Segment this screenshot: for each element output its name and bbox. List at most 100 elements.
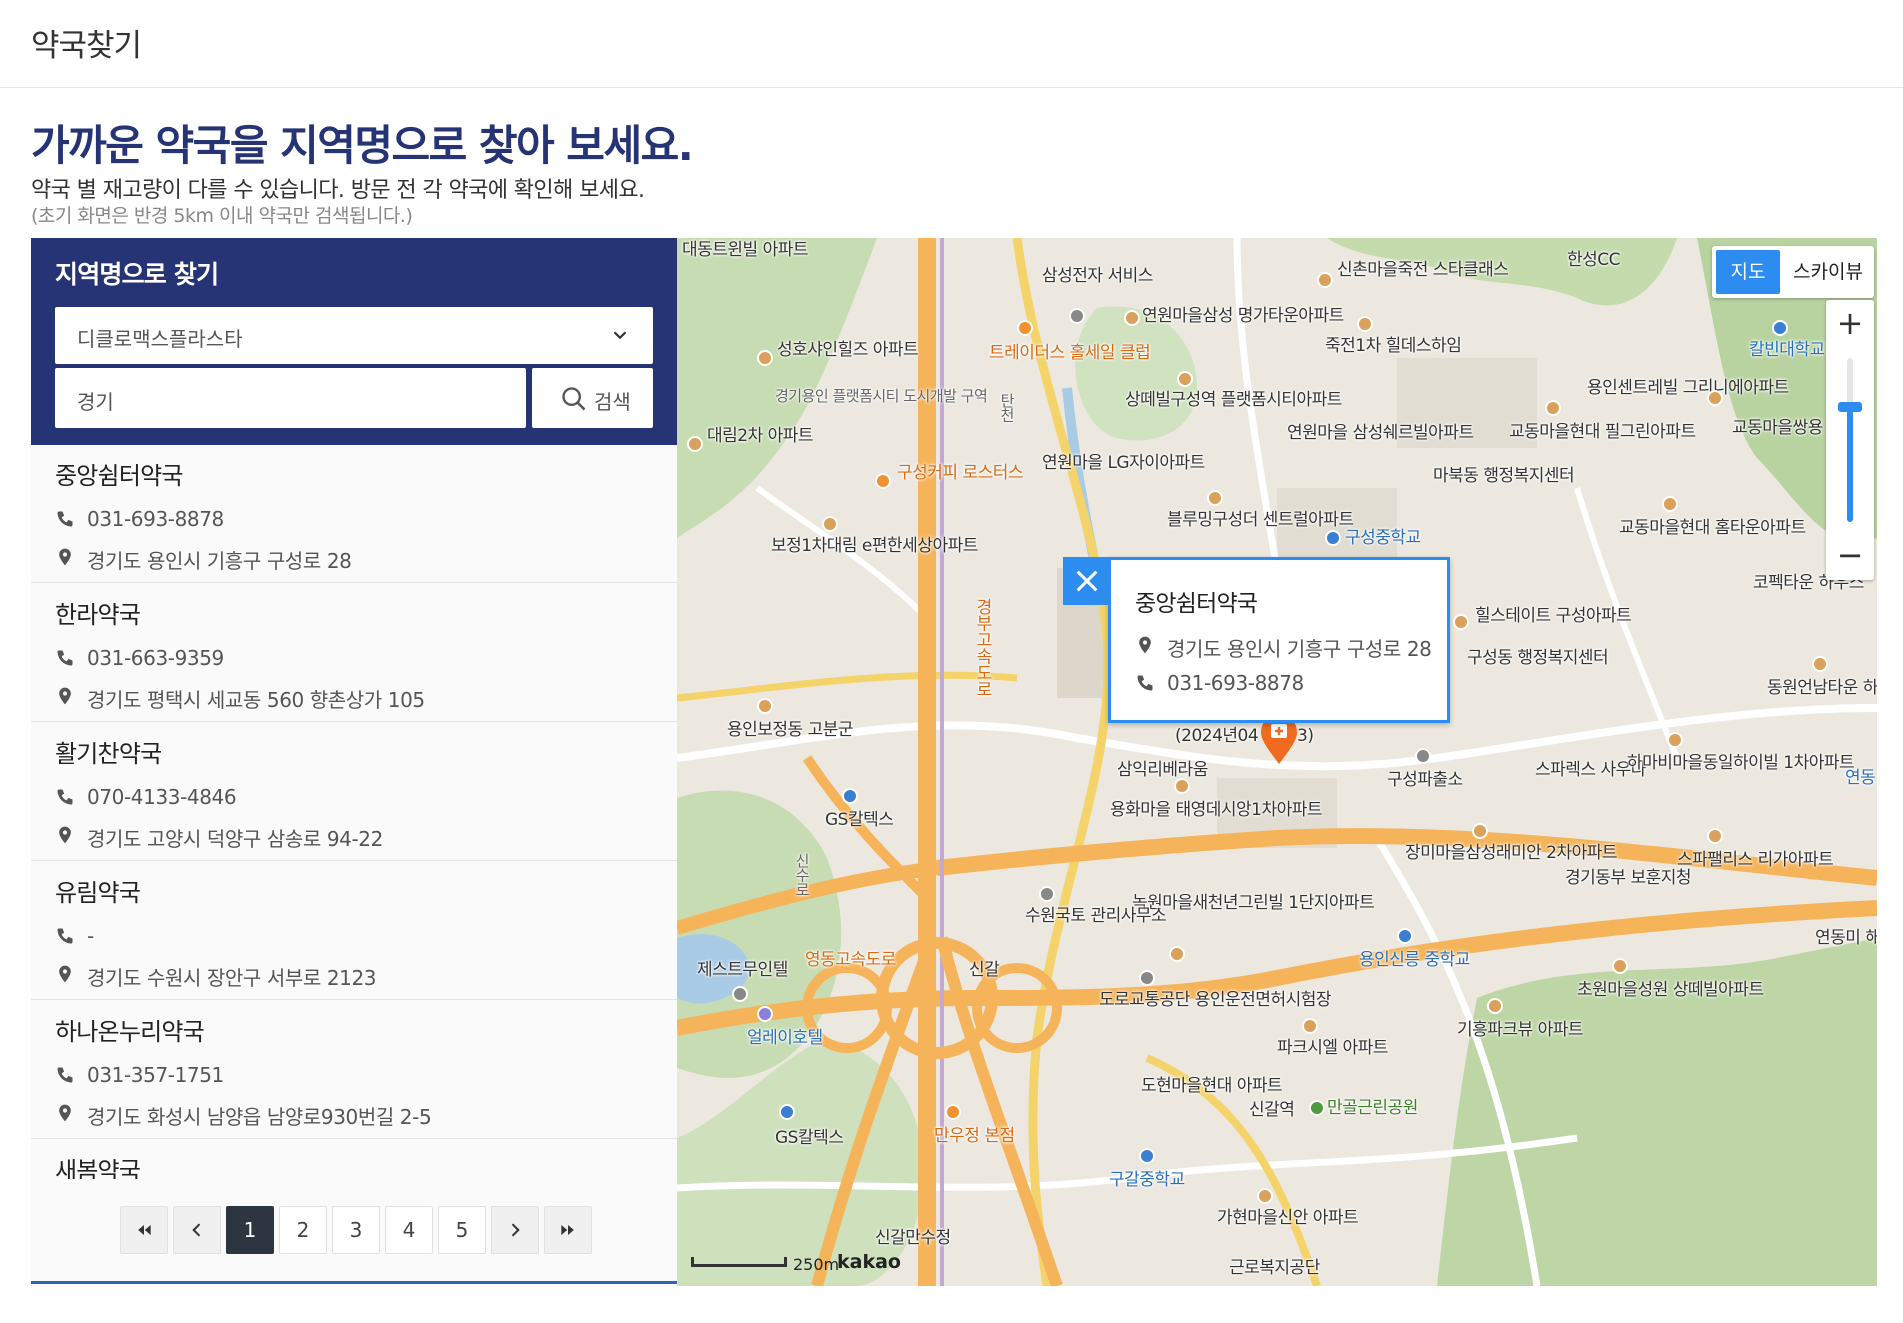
map-label: 교동마을현대 홈타운아파트: [1619, 518, 1806, 538]
map-label: 초원마을성원 상떼빌아파트: [1577, 980, 1764, 1000]
pharmacy-list-item[interactable]: 새봄약국: [31, 1140, 677, 1179]
map-label: 상떼빌구성역 플랫폼시티아파트: [1125, 390, 1342, 410]
pharmacy-list-item[interactable]: 유림약국 - 경기도 수원시 장안구 서부로 2123: [31, 862, 677, 1000]
map-label: 경부고속도로: [972, 598, 992, 697]
map-label: GS칼텍스: [775, 1128, 844, 1148]
map-label: 연원마을 삼성쉐르빌아파트: [1287, 423, 1474, 443]
product-select-value: 디클로맥스플라스타: [77, 327, 243, 351]
map-label: 성호샤인힐즈 아파트: [777, 340, 919, 360]
search-box: 지역명으로 찾기 디클로맥스플라스타 경기 검색: [31, 238, 677, 445]
location-pin-icon: [1139, 636, 1151, 654]
gas-station-icon: [779, 1104, 795, 1120]
map-label: 힐스테이트 구성아파트: [1475, 606, 1632, 626]
popup-address: 경기도 용인시 기흥구 구성로 28: [1167, 637, 1432, 661]
motel-icon: [732, 986, 748, 1002]
apartment-icon: [822, 516, 838, 532]
hotel-icon: [757, 1006, 773, 1022]
zoom-slider-fill: [1847, 410, 1853, 522]
region-input[interactable]: 경기: [55, 368, 526, 428]
heritage-icon: [757, 698, 773, 714]
zoom-in-button[interactable]: +: [1826, 300, 1874, 348]
map-view[interactable]: 대동트윈빌 아파트 삼성전자 서비스 연원마을삼성 명가타운아파트 신촌마을죽전…: [677, 238, 1877, 1286]
map-label: 교동마을현대 필그린아파트: [1509, 422, 1696, 442]
popup-phone: 031-693-8878: [1167, 671, 1304, 695]
map-label: 블루밍구성더 센트럴아파트: [1167, 510, 1354, 530]
page-button-2[interactable]: 2: [279, 1206, 327, 1254]
first-page-button[interactable]: [120, 1206, 168, 1254]
map-label: 마북동 행정복지센터: [1433, 466, 1575, 486]
page-button-5[interactable]: 5: [438, 1206, 486, 1254]
police-icon: [1415, 748, 1431, 764]
prev-page-button[interactable]: [173, 1206, 221, 1254]
pharmacy-name: 활기찬약국: [55, 740, 162, 768]
map-label: 녹원마을새천년그린빌 1단지아파트: [1132, 893, 1375, 913]
search-button[interactable]: 검색: [532, 368, 653, 428]
map-label: 가현마을신안 아파트: [1217, 1208, 1359, 1228]
map-label: 삼성전자 서비스: [1042, 266, 1153, 286]
map-label: 구성중학교: [1345, 528, 1421, 548]
panel-bottom-border: [31, 1281, 677, 1284]
pharmacy-list-item[interactable]: 활기찬약국 070-4133-4846 경기도 고양시 덕양구 삼송로 94-2…: [31, 723, 677, 861]
pharmacy-list-item[interactable]: 중앙쉼터약국 031-693-8878 경기도 용인시 기흥구 구성로 28: [31, 445, 677, 583]
map-label: 경기동부 보훈지청: [1565, 868, 1692, 888]
phone-icon: [57, 1067, 73, 1083]
map-label: 장미마을삼성래미안 2차아파트: [1405, 843, 1618, 863]
region-input-value: 경기: [77, 390, 114, 414]
map-label: 경기용인 플랫폼시티 도시개발 구역: [775, 387, 988, 405]
map-label: 동원언남타운 하우스: [1767, 678, 1877, 698]
apartment-icon: [1545, 400, 1561, 416]
apartment-icon: [1174, 778, 1190, 794]
map-label: 신갈만수정: [875, 1228, 951, 1248]
facility-icon: [1139, 970, 1155, 986]
map-label: 구성동 행정복지센터: [1467, 648, 1609, 668]
page-button-4[interactable]: 4: [385, 1206, 433, 1254]
pharmacy-phone: 031-357-1751: [87, 1063, 224, 1087]
close-icon: [1076, 570, 1098, 592]
zoom-slider-handle[interactable]: [1838, 402, 1862, 412]
product-select[interactable]: 디클로맥스플라스타: [55, 307, 653, 364]
page-button-1[interactable]: 1: [226, 1206, 274, 1254]
map-type-skyview-button[interactable]: 스카이뷰: [1786, 250, 1870, 294]
pharmacy-name: 중앙쉼터약국: [55, 462, 183, 490]
last-page-button[interactable]: [544, 1206, 592, 1254]
pharmacy-list: 중앙쉼터약국 031-693-8878 경기도 용인시 기흥구 구성로 28 한…: [31, 445, 677, 1179]
pharmacy-phone: -: [87, 924, 94, 948]
map-label: 용인보정동 고분군: [727, 720, 854, 740]
cafe-icon: [875, 473, 891, 489]
map-type-map-button[interactable]: 지도: [1716, 250, 1780, 294]
pharmacy-name: 유림약국: [55, 879, 141, 907]
apartment-icon: [1453, 614, 1469, 630]
map-label: 용인센트레빌 그리니에아파트: [1587, 378, 1789, 398]
map-type-switch: 지도 스카이뷰: [1712, 246, 1874, 298]
pharmacy-name: 새봄약국: [55, 1157, 141, 1179]
apartment-icon: [1257, 1188, 1273, 1204]
zoom-out-button[interactable]: −: [1826, 532, 1874, 580]
scale-value: 250m: [793, 1255, 840, 1274]
apartment-icon: [1302, 1018, 1318, 1034]
map-label: GS칼텍스: [825, 810, 894, 830]
pharmacy-list-item[interactable]: 하나온누리약국 031-357-1751 경기도 화성시 남양읍 남양로930번…: [31, 1001, 677, 1139]
page-button-3[interactable]: 3: [332, 1206, 380, 1254]
map-label: 만우정 본점: [934, 1126, 1015, 1146]
page-title: 약국찾기: [31, 28, 142, 64]
next-page-button[interactable]: [491, 1206, 539, 1254]
gas-station-icon: [842, 788, 858, 804]
map-provider-logo: kakao: [837, 1251, 901, 1273]
map-label: 수원국토 관리사무소: [1025, 906, 1167, 926]
apartment-icon: [1667, 732, 1683, 748]
map-label: 연원마을 LG자이아파트: [1042, 453, 1205, 473]
apartment-icon: [1317, 272, 1333, 288]
headline: 가까운 약국을 지역명으로 찾아 보세요.: [31, 121, 694, 170]
apartment-icon: [1124, 310, 1140, 326]
pharmacy-list-item[interactable]: 한라약국 031-663-9359 경기도 평택시 세교동 560 향촌상가 1…: [31, 584, 677, 722]
map-label: 영동고속도로: [805, 950, 896, 970]
apartment-icon: [1207, 490, 1223, 506]
pharmacy-info-popup: 중앙쉼터약국 경기도 용인시 기흥구 구성로 28 031-693-8878: [1063, 557, 1450, 723]
phone-icon: [57, 928, 73, 944]
school-icon: [1772, 320, 1788, 336]
map-label: (2024년04: [1175, 726, 1259, 746]
popup-close-button[interactable]: [1063, 557, 1111, 605]
map-label: 기흥파크뷰 아파트: [1457, 1020, 1584, 1040]
map-label: 용인신릉 중학교: [1359, 950, 1470, 970]
map-label: 신갈: [969, 960, 1000, 980]
